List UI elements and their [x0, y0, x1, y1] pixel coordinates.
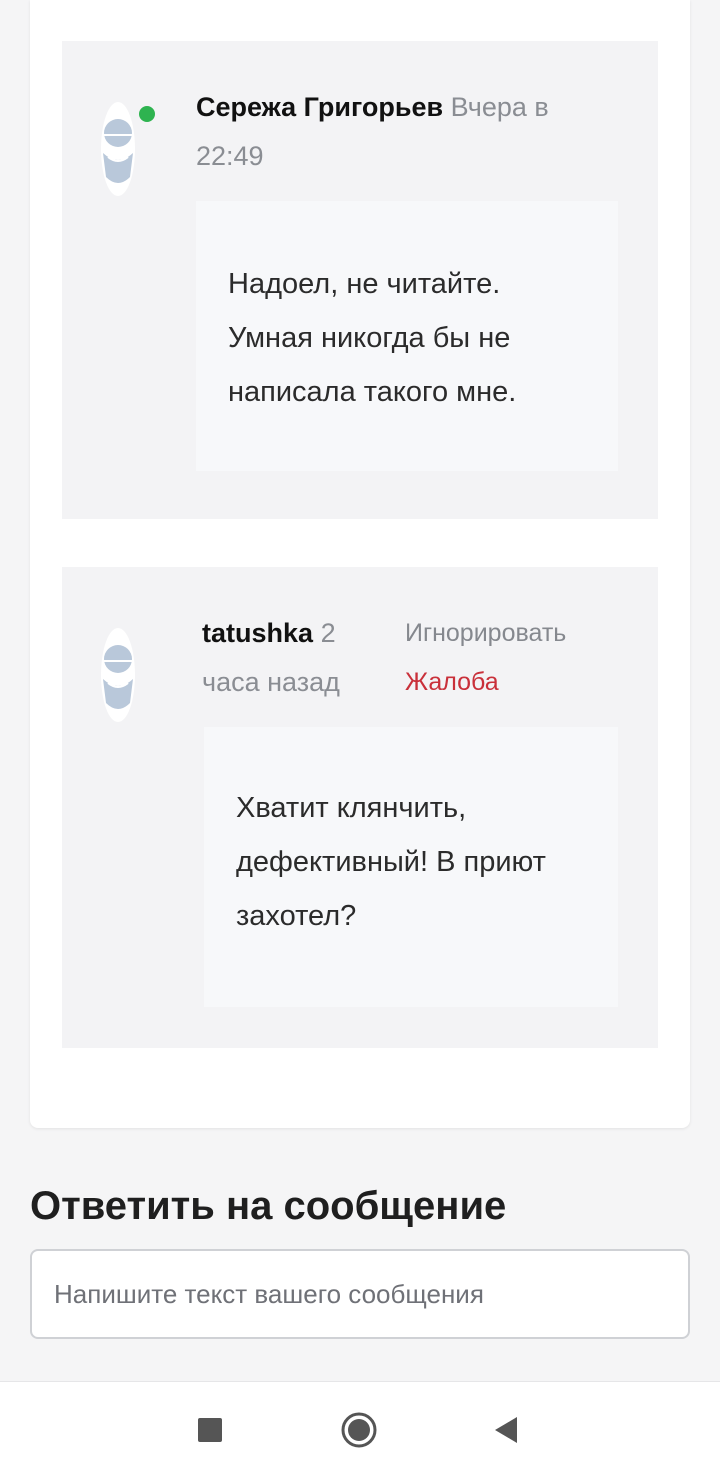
user-avatar-icon	[101, 628, 135, 722]
avatar[interactable]	[100, 627, 140, 725]
comment-text-line: дефективный! В приют	[236, 846, 546, 878]
user-avatar-icon	[101, 102, 135, 196]
comment-text-line: написала такого мне.	[228, 376, 517, 408]
recent-apps-icon	[198, 1417, 222, 1442]
back-button[interactable]	[466, 1382, 546, 1476]
home-icon	[341, 1412, 377, 1447]
comment-timestamp: 2	[320, 618, 336, 648]
comment-text-line: захотел?	[236, 900, 357, 932]
online-status-indicator	[139, 106, 155, 122]
author-name[interactable]: tatushka	[202, 618, 313, 648]
comment-timestamp: Вчера в	[450, 92, 549, 122]
system-navigation-bar	[0, 1381, 720, 1476]
back-icon	[495, 1416, 517, 1443]
comments-thread: Сережа Григорьев Вчера в 22:49 Надоел, н…	[30, 0, 690, 1128]
report-link[interactable]: Жалоба	[405, 658, 499, 707]
comment-text-line: Хватит клянчить,	[236, 792, 467, 824]
ignore-user-link[interactable]: Игнорировать	[405, 609, 566, 658]
home-button[interactable]	[319, 1382, 399, 1476]
comment-text-line: Надоел, не читайте.	[228, 268, 501, 300]
author-name[interactable]: Сережа Григорьев	[196, 92, 443, 122]
comment-timestamp-time: 22:49	[196, 141, 264, 171]
avatar[interactable]	[100, 101, 140, 199]
reply-section-title: Ответить на сообщение	[30, 1184, 507, 1228]
page: Сережа Григорьев Вчера в 22:49 Надоел, н…	[0, 0, 720, 1476]
comment-meta: tatushka 2 часа назад	[202, 609, 372, 707]
comment-text: Надоел, не читайте. Умная никогда бы не …	[196, 201, 618, 471]
comment-timestamp-time: часа назад	[202, 667, 340, 697]
comment-text: Хватит клянчить, дефективный! В приют за…	[204, 727, 618, 1007]
recent-apps-button[interactable]	[170, 1382, 250, 1476]
reply-message-input[interactable]	[30, 1249, 690, 1339]
comment-text-line: Умная никогда бы не	[228, 322, 511, 354]
comment: Сережа Григорьев Вчера в 22:49 Надоел, н…	[62, 41, 658, 519]
comment: tatushka 2 часа назад Игнорировать Жалоб…	[62, 567, 658, 1048]
comment-meta: Сережа Григорьев Вчера в 22:49	[196, 83, 616, 181]
